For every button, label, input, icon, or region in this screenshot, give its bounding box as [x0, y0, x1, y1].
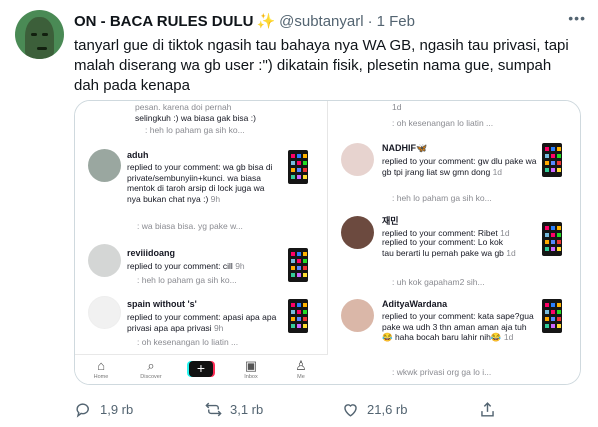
quoted-comment: : wkwk privasi org ga lo i... [392, 367, 492, 377]
heart-icon [344, 404, 357, 417]
video-thumbnail[interactable] [542, 299, 562, 333]
comment-text: replied to your comment: apasi apa apa p… [127, 312, 277, 333]
quoted-comment: : uh kok gapaham2 sih... [392, 277, 485, 287]
comment-text: replied to your comment: gw dlu pake wa … [382, 156, 537, 177]
inbox-icon: ▣ [244, 358, 258, 373]
like-count: 21,6 rb [367, 402, 408, 417]
tweet-timestamp[interactable]: 1 Feb [377, 13, 415, 30]
video-thumbnail[interactable] [542, 222, 562, 256]
commenter-name[interactable]: NADHIF🦋 [382, 143, 427, 154]
commenter-avatar[interactable] [88, 149, 121, 182]
quoted-comment: : heh lo paham ga sih ko... [137, 275, 237, 285]
tweet-text: tanyarl gue di tiktok ngasih tau bahaya … [74, 37, 569, 94]
tweet-header: ON - BACA RULES DULU ✨ @subtanyarl · 1 F… [74, 10, 586, 30]
commenter-name[interactable]: aduh [127, 150, 149, 161]
cut-comment-line: pesan. karena doi pernah [135, 102, 232, 112]
commenter-avatar[interactable] [88, 296, 121, 329]
profile-icon: ♙ [295, 358, 307, 373]
reply-action[interactable]: 1,9 rb [74, 400, 133, 419]
create-plus-icon: + [187, 361, 215, 377]
comment-text: replied to your comment: wa gb bisa di p… [127, 162, 273, 204]
nav-discover[interactable]: ⌕ Discover [131, 358, 171, 380]
share-action[interactable] [478, 400, 497, 419]
quoted-comment: : wa biasa bisa. yg pake w... [137, 221, 243, 231]
commenter-avatar[interactable] [341, 216, 374, 249]
home-icon: ⌂ [97, 358, 105, 373]
like-action[interactable]: 21,6 rb [341, 400, 407, 419]
screenshot-right: 1d : oh kesenangan lo liatin ... NADHIF🦋… [329, 101, 580, 384]
nav-home[interactable]: ⌂ Home [81, 358, 121, 380]
commenter-name[interactable]: spain without 's' [127, 299, 197, 310]
retweet-icon [205, 402, 222, 417]
video-thumbnail[interactable] [288, 150, 308, 184]
display-name[interactable]: ON - BACA RULES DULU [74, 13, 253, 30]
quoted-comment: : heh lo paham ga sih ko... [145, 125, 245, 135]
comment-text: replied to your comment: cill 9h [127, 261, 245, 271]
nav-create[interactable]: + [181, 361, 221, 379]
profile-avatar[interactable] [15, 10, 64, 59]
cut-timestamp: 1d [392, 102, 402, 112]
commenter-name[interactable]: AdityaWardana [382, 299, 447, 310]
search-icon: ⌕ [147, 358, 155, 373]
meta-separator: · [367, 12, 373, 30]
tweet-media[interactable]: pesan. karena doi pernah selingkuh :) wa… [74, 100, 581, 385]
commenter-name[interactable]: 재민 [382, 216, 399, 227]
retweet-action[interactable]: 3,1 rb [204, 400, 263, 419]
commenter-avatar[interactable] [341, 299, 374, 332]
sparkle-emoji: ✨ [256, 13, 276, 30]
screenshot-left: pesan. karena doi pernah selingkuh :) wa… [75, 101, 328, 384]
reply-count: 1,9 rb [100, 402, 134, 417]
avatar-eye-left [31, 33, 37, 36]
quoted-comment: : oh kesenangan lo liatin ... [137, 337, 239, 347]
comment-text: replied to your comment: kata sape?gua p… [382, 311, 534, 342]
share-icon [481, 402, 494, 417]
retweet-count: 3,1 rb [230, 402, 264, 417]
tiktok-bottom-nav: ⌂ Home ⌕ Discover + ▣ Inbox ♙ Me [75, 354, 328, 384]
cut-comment-line: selingkuh :) wa biasa gak bisa :) [135, 113, 256, 123]
avatar-mouth [37, 47, 47, 50]
nav-me[interactable]: ♙ Me [281, 358, 321, 380]
commenter-avatar[interactable] [88, 244, 121, 277]
video-thumbnail[interactable] [288, 299, 308, 333]
comment-text-overlap: replied to your comment: Lo kok [382, 237, 503, 247]
commenter-name[interactable]: reviiidoang [127, 248, 175, 259]
comment-text: tau berarti lu pernah pake wa gb 1d [382, 248, 516, 258]
reply-icon [76, 403, 89, 418]
user-handle[interactable]: @subtanyarl [279, 13, 363, 30]
avatar-eye-right [42, 33, 48, 36]
more-options-icon[interactable]: ••• [568, 10, 586, 26]
quoted-comment: : oh kesenangan lo liatin ... [392, 118, 494, 128]
nav-inbox[interactable]: ▣ Inbox [231, 358, 271, 380]
tweet-actions: 1,9 rb 3,1 rb 21,6 rb [74, 400, 494, 420]
quoted-comment: : heh lo paham ga sih ko... [392, 193, 492, 203]
video-thumbnail[interactable] [542, 143, 562, 177]
avatar-character-face [25, 17, 54, 59]
commenter-avatar[interactable] [341, 143, 374, 176]
